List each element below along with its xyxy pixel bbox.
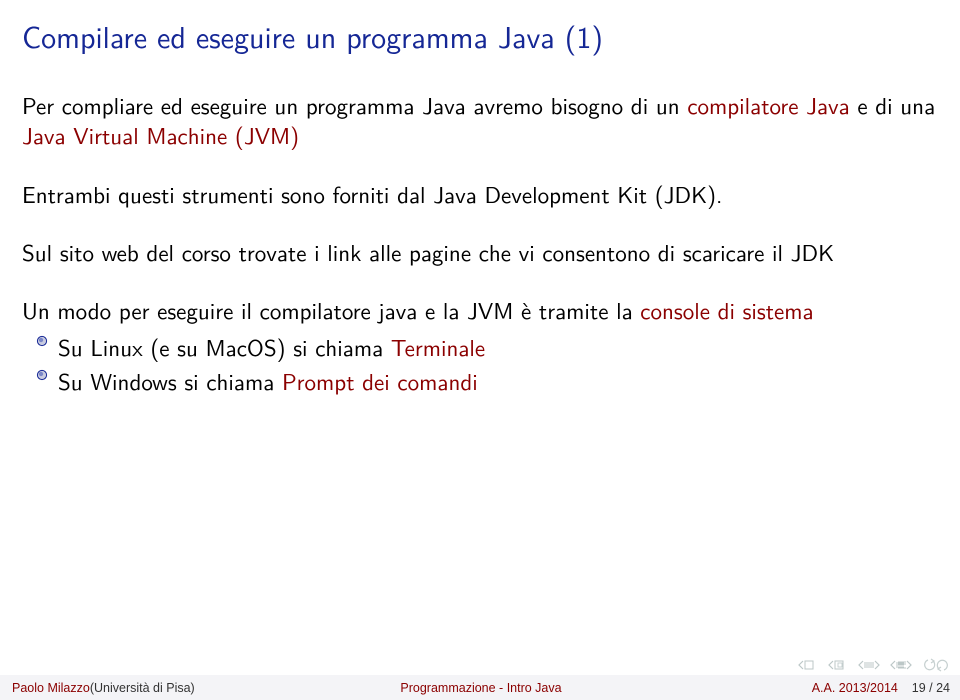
nav-forward-icon[interactable] [890,659,912,671]
paragraph-1: Per compliare ed eseguire un programma J… [22,90,938,151]
nav-refresh-icon[interactable] [922,658,950,672]
slide-title: Compilare ed eseguire un programma Java … [22,14,603,58]
text: Un modo per eseguire il compilatore java… [22,293,640,327]
nav-controls [798,658,950,672]
text: e di una [850,88,935,122]
footer-year: A.A. 2013/2014 [812,681,898,695]
nav-back-icon[interactable] [858,659,880,671]
footer-page: 19 / 24 [912,681,950,695]
accent-text: compilatore Java [687,88,849,122]
slide-body: Per compliare ed eseguire un programma J… [22,90,938,401]
paragraph-4: Un modo per eseguire il compilatore java… [22,295,938,325]
bullet-icon [36,335,48,347]
paragraph-3: Sul sito web del corso trovate i link al… [22,237,938,267]
text: Per compliare ed eseguire un programma J… [22,88,687,122]
footer-title: Programmazione - Intro Java [400,681,561,695]
accent-text: Terminale [391,330,485,364]
nav-prev-icon[interactable] [828,659,848,671]
footer-center: Programmazione - Intro Java [325,675,638,700]
accent-text: console di sistema [640,293,813,327]
footer-right: A.A. 2013/2014 19 / 24 [637,675,960,700]
bullet-icon [36,369,48,381]
text: Su Windows si chiama [58,364,282,398]
paragraph-2: Entrambi questi strumenti sono forniti d… [22,179,938,209]
text: Su Linux (e su MacOS) si chiama [58,330,391,364]
footer-author: Paolo Milazzo [12,681,90,695]
accent-text: Prompt dei comandi [282,364,478,398]
list-item: Su Linux (e su MacOS) si chiama Terminal… [22,332,938,362]
footer: Paolo Milazzo (Università di Pisa) Progr… [0,675,960,700]
footer-affiliation: (Università di Pisa) [90,681,195,695]
list-item: Su Windows si chiama Prompt dei comandi [22,366,938,396]
nav-first-icon[interactable] [798,659,818,671]
slide: Compilare ed eseguire un programma Java … [0,0,960,700]
bullet-list: Su Linux (e su MacOS) si chiama Terminal… [22,332,938,397]
footer-left: Paolo Milazzo (Università di Pisa) [0,675,325,700]
accent-text: Java Virtual Machine (JVM) [22,118,299,152]
